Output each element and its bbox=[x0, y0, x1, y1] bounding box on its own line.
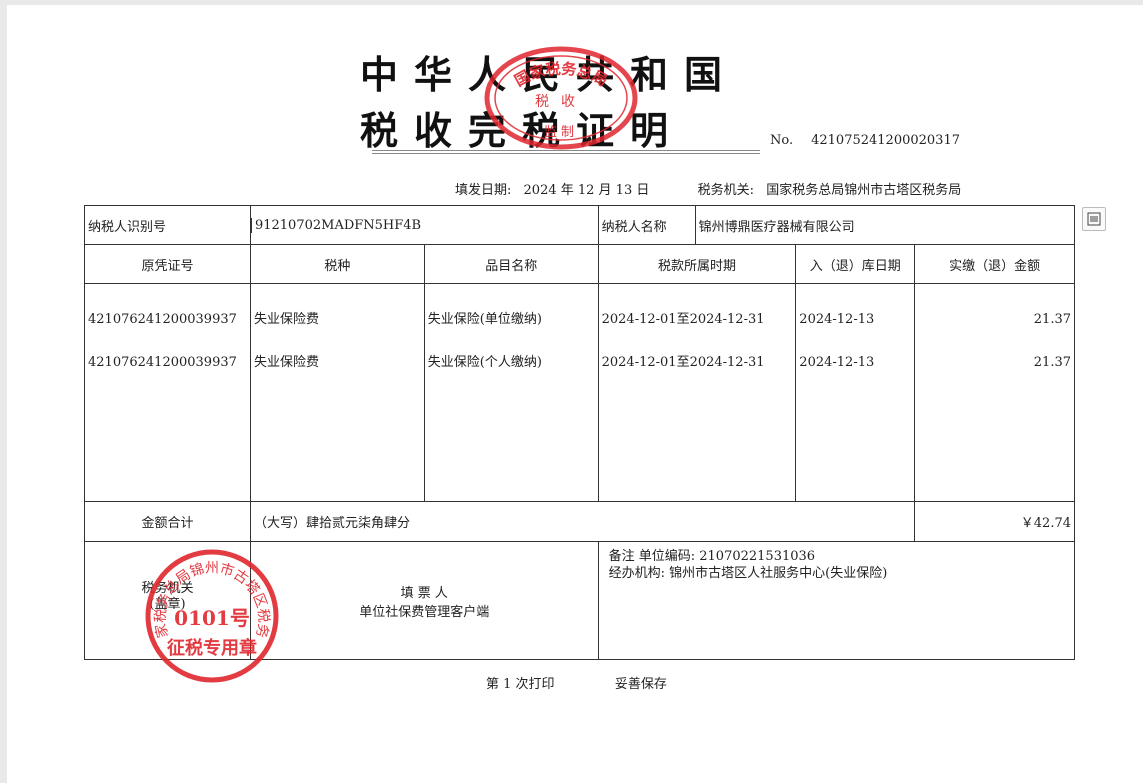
authority-label: 税务机关: bbox=[697, 183, 755, 198]
col-period: 税款所属时期 bbox=[597, 244, 797, 284]
remark-line-1: 备注 单位编码: 21070221531036 bbox=[608, 549, 816, 564]
row-1-amount: 21.37 bbox=[1033, 312, 1071, 327]
no-value: 421075241200020317 bbox=[811, 133, 960, 148]
row-2-tax: 失业保险费 bbox=[253, 355, 319, 370]
row-1-period: 2024-12-01至2024-12-31 bbox=[601, 312, 765, 327]
col-date: 入（退）库日期 bbox=[795, 244, 916, 284]
row-1-date: 2024-12-13 bbox=[799, 312, 875, 327]
total-label: 金额合计 bbox=[84, 501, 251, 542]
seal-outer-text: 国家税务总局 bbox=[512, 60, 611, 90]
tax-collection-seal: 国家税务总局锦州市古塔区税务局 0101号 征税专用章 bbox=[143, 547, 279, 683]
table-header: 原凭证号 税种 品目名称 税款所属时期 入（退）库日期 实缴（退）金额 bbox=[84, 244, 1075, 284]
seal-bottom-text: 监制 bbox=[544, 125, 578, 140]
taxpayer-id-label: 纳税人识别号 bbox=[84, 205, 251, 245]
filler-cell: 填 票 人 单位社保费管理客户端 bbox=[249, 541, 599, 660]
remark-cell: 备注 单位编码: 21070221531036 经办机构: 锦州市古塔区人社服务… bbox=[597, 541, 1076, 660]
taxpayer-name-label: 纳税人名称 bbox=[598, 206, 696, 244]
tax-bureau-oval-seal: 国家税务总局 税收 监制 bbox=[484, 46, 638, 150]
title-underline-2 bbox=[372, 153, 760, 154]
row-2-item: 失业保险(个人缴纳) bbox=[427, 355, 542, 370]
col-amount: 实缴（退）金额 bbox=[914, 244, 1075, 284]
row-2-amount: 21.37 bbox=[1033, 355, 1071, 370]
qr-scan-icon[interactable] bbox=[1082, 207, 1106, 231]
certificate-number: No. 421075241200020317 bbox=[770, 133, 960, 148]
keep-note: 妥善保存 bbox=[614, 677, 667, 692]
row-2-date: 2024-12-13 bbox=[799, 355, 875, 370]
print-footer: 第 1 次打印 妥善保存 bbox=[486, 673, 667, 692]
seal-purpose: 征税专用章 bbox=[167, 637, 257, 659]
table-body: 421076241200039937 421076241200039937 失业… bbox=[84, 283, 1075, 502]
row-2-period: 2024-12-01至2024-12-31 bbox=[601, 355, 765, 370]
col-voucher: 原凭证号 bbox=[84, 244, 251, 284]
taxpayer-id-value: 91210702MADFN5HF4B bbox=[254, 217, 422, 233]
row-1-item: 失业保险(单位缴纳) bbox=[427, 312, 542, 327]
taxpayer-row: 纳税人识别号 91210702MADFN5HF4B 纳税人名称 锦州博鼎医疗器械… bbox=[84, 205, 1076, 245]
remark-line-2: 经办机构: 锦州市古塔区人社服务中心(失业保险) bbox=[608, 566, 888, 581]
total-value: ￥42.74 bbox=[914, 501, 1075, 542]
no-label: No. bbox=[770, 133, 794, 148]
total-row: 金额合计 （大写）肆拾贰元柒角肆分 ￥42.74 bbox=[84, 501, 1075, 542]
filler-label: 填 票 人 bbox=[400, 585, 448, 601]
issue-meta: 填发日期: 2024 年 12 月 13 日 税务机关: 国家税务总局锦州市古塔… bbox=[455, 179, 961, 198]
print-count: 第 1 次打印 bbox=[486, 677, 555, 692]
col-tax-type: 税种 bbox=[249, 244, 425, 284]
taxpayer-name-value: 锦州博鼎医疗器械有限公司 bbox=[698, 219, 855, 235]
total-words: （大写）肆拾贰元柒角肆分 bbox=[249, 501, 916, 542]
seal-number: 0101号 bbox=[174, 606, 250, 630]
filler-value: 单位社保费管理客户端 bbox=[359, 604, 490, 620]
date-value: 2024 年 12 月 13 日 bbox=[523, 183, 650, 198]
row-2-voucher: 421076241200039937 bbox=[88, 355, 237, 370]
date-label: 填发日期: bbox=[455, 183, 512, 198]
authority-value: 国家税务总局锦州市古塔区税务局 bbox=[766, 183, 962, 198]
svg-text:国家税务总局: 国家税务总局 bbox=[512, 60, 611, 90]
col-item: 品目名称 bbox=[423, 244, 599, 284]
row-1-tax: 失业保险费 bbox=[253, 312, 319, 327]
row-1-voucher: 421076241200039937 bbox=[88, 312, 237, 327]
seal-mid-text: 税收 bbox=[535, 94, 587, 110]
